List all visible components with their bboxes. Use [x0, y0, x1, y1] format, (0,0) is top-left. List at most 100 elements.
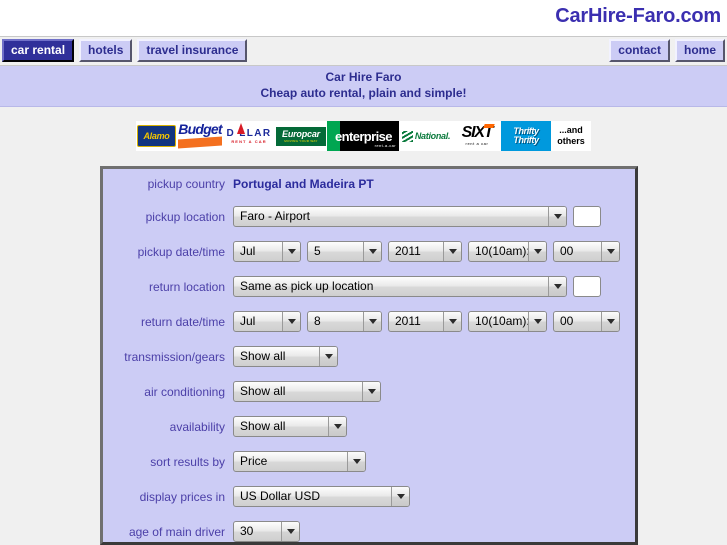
logo-and-others: ...and others: [551, 121, 591, 151]
logo-sixt-accent: [483, 124, 495, 128]
label-return-datetime: return date/time: [140, 314, 225, 329]
select-pickup-day[interactable]: 5: [307, 241, 382, 262]
form-row-pickup-datetime: pickup date/time Jul 5 2011 10(10am): 00: [103, 234, 635, 269]
select-pickup-year-value: 2011: [395, 244, 421, 258]
logo-enterprise-label: enterprise: [335, 128, 392, 144]
logo-dollar: D LLAR RENT A CAR: [223, 121, 275, 151]
chevron-down-icon: [528, 312, 546, 331]
nav-right-group: contact home: [609, 39, 725, 62]
form-row-transmission: transmission/gears Show all: [103, 339, 635, 374]
label-air-conditioning: air conditioning: [144, 384, 225, 399]
logo-sixt-sublabel: rent a car: [465, 141, 489, 146]
logo-thrifty: Thrifty Thrifty: [501, 121, 551, 151]
car-rental-search-form: pickup country Portugal and Madeira PT p…: [100, 166, 638, 545]
select-driver-age[interactable]: 30: [233, 521, 300, 542]
logo-national: National.: [399, 121, 453, 151]
logo-national-label: National.: [414, 131, 451, 141]
select-sort-results[interactable]: Price: [233, 451, 366, 472]
select-air-conditioning-value: Show all: [240, 384, 286, 398]
chevron-down-icon: [282, 312, 300, 331]
select-availability[interactable]: Show all: [233, 416, 347, 437]
logo-national-wave-icon: [401, 130, 413, 142]
select-return-day-value: 8: [314, 314, 321, 328]
select-display-currency[interactable]: US Dollar USD: [233, 486, 410, 507]
nav-left-group: car rental hotels travel insurance: [2, 39, 248, 62]
chevron-down-icon: [548, 207, 566, 226]
page-title: Car Hire Faro: [325, 70, 402, 84]
partner-logo-strip-wrapper: Alamo Budget D LLAR RENT A CAR Europcar …: [0, 107, 727, 165]
select-driver-age-value: 30: [240, 524, 254, 538]
select-air-conditioning[interactable]: Show all: [233, 381, 381, 402]
nav-item-home[interactable]: home: [674, 39, 725, 62]
nav-item-travel-insurance[interactable]: travel insurance: [137, 39, 248, 62]
form-row-sort-results: sort results by Price: [103, 444, 635, 479]
select-return-minute-value: 00: [560, 314, 574, 328]
select-return-hour-value: 10(10am):: [475, 314, 528, 328]
chevron-down-icon: [363, 312, 381, 331]
logo-budget-swoosh: [178, 136, 222, 149]
chevron-down-icon: [528, 242, 546, 261]
nav-item-car-rental[interactable]: car rental: [2, 39, 75, 62]
form-row-display-prices: display prices in US Dollar USD: [103, 479, 635, 514]
select-return-month[interactable]: Jul: [233, 311, 301, 332]
label-pickup-location: pickup location: [145, 209, 225, 224]
select-return-location-value: Same as pick up location: [240, 279, 374, 293]
select-transmission[interactable]: Show all: [233, 346, 338, 367]
select-return-location[interactable]: Same as pick up location: [233, 276, 567, 297]
logo-enterprise-sublabel: rent-a-car: [374, 143, 396, 148]
select-return-minute[interactable]: 00: [553, 311, 620, 332]
select-return-year[interactable]: 2011: [388, 311, 462, 332]
select-return-hour[interactable]: 10(10am):: [468, 311, 547, 332]
nav-bar: car rental hotels travel insurance conta…: [0, 36, 727, 66]
label-sort-results: sort results by: [150, 454, 225, 469]
select-pickup-year[interactable]: 2011: [388, 241, 462, 262]
select-pickup-day-value: 5: [314, 244, 321, 258]
form-row-pickup-location: pickup location Faro - Airport: [103, 199, 635, 234]
label-driver-age: age of main driver: [128, 524, 225, 539]
select-return-month-value: Jul: [240, 314, 256, 328]
form-row-availability: availability Show all: [103, 409, 635, 444]
select-pickup-minute[interactable]: 00: [553, 241, 620, 262]
logo-thrifty-label-2: Thrifty: [513, 135, 539, 145]
label-display-prices: display prices in: [139, 489, 225, 504]
form-row-return-location: return location Same as pick up location: [103, 269, 635, 304]
select-pickup-hour[interactable]: 10(10am):: [468, 241, 547, 262]
select-return-day[interactable]: 8: [307, 311, 382, 332]
label-pickup-datetime: pickup date/time: [137, 244, 225, 259]
select-pickup-hour-value: 10(10am):: [475, 244, 528, 258]
nav-item-hotels[interactable]: hotels: [79, 39, 133, 62]
logo-enterprise: enterprise rent-a-car: [327, 121, 399, 151]
form-row-driver-age: age of main driver 30: [103, 514, 635, 542]
form-row-air-conditioning: air conditioning Show all: [103, 374, 635, 409]
logo-budget: Budget: [177, 121, 223, 151]
and-others-line1: ...and: [559, 125, 583, 135]
select-pickup-month-value: Jul: [240, 244, 256, 258]
logo-europcar-sublabel: MOVING YOUR WAY: [284, 138, 318, 143]
nav-item-contact[interactable]: contact: [609, 39, 670, 62]
input-return-location-code[interactable]: [573, 276, 601, 297]
input-pickup-location-code[interactable]: [573, 206, 601, 227]
chevron-down-icon: [319, 347, 337, 366]
select-pickup-location[interactable]: Faro - Airport: [233, 206, 567, 227]
label-transmission: transmission/gears: [124, 349, 225, 364]
chevron-down-icon: [548, 277, 566, 296]
form-row-pickup-country: pickup country Portugal and Madeira PT: [103, 169, 635, 199]
select-display-currency-value: US Dollar USD: [240, 489, 321, 503]
logo-budget-label: Budget: [178, 121, 222, 137]
select-availability-value: Show all: [240, 419, 286, 433]
form-row-return-datetime: return date/time Jul 8 2011 10(10am): 00: [103, 304, 635, 339]
page-subtitle: Cheap auto rental, plain and simple!: [260, 86, 467, 100]
chevron-down-icon: [281, 522, 299, 541]
chevron-down-icon: [601, 312, 619, 331]
chevron-down-icon: [363, 242, 381, 261]
logo-alamo-label: Alamo: [143, 131, 170, 141]
and-others-line2: others: [557, 136, 585, 146]
select-pickup-minute-value: 00: [560, 244, 574, 258]
select-pickup-month[interactable]: Jul: [233, 241, 301, 262]
brand-bar: CarHire-Faro.com: [0, 0, 727, 36]
chevron-down-icon: [362, 382, 380, 401]
select-transmission-value: Show all: [240, 349, 286, 363]
logo-dollar-sublabel: RENT A CAR: [231, 138, 267, 144]
logo-europcar: Europcar MOVING YOUR WAY: [275, 121, 327, 151]
label-pickup-country: pickup country: [147, 177, 225, 191]
